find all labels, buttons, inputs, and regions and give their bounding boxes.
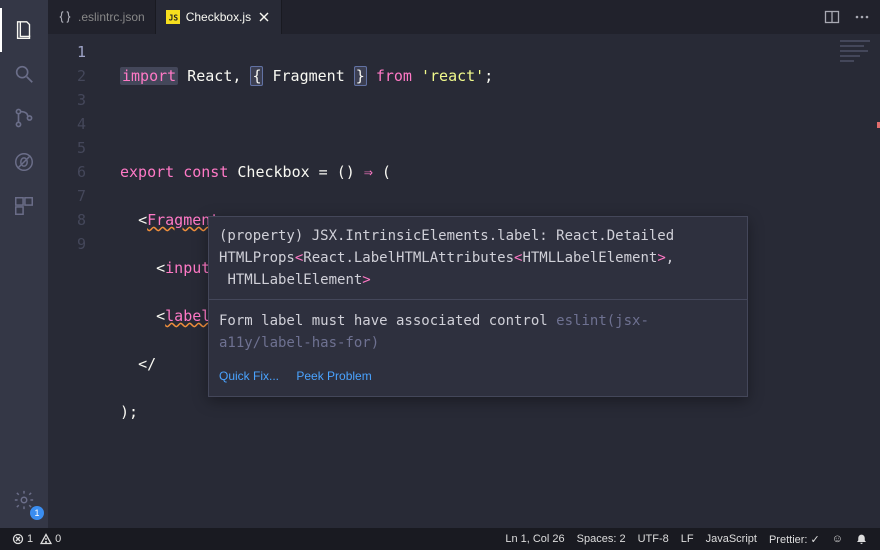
gutter: 1 2 3 4 5 6 7 8 9 <box>48 34 106 256</box>
hover-message: Form label must have associated control … <box>209 300 747 360</box>
tab-checkbox[interactable]: JS Checkbox.js <box>156 0 282 34</box>
line-number: 5 <box>48 136 86 160</box>
status-indent[interactable]: Spaces: 2 <box>571 528 632 550</box>
editor-region: .eslintrc.json JS Checkbox.js <box>48 0 880 528</box>
js-icon: JS <box>166 10 180 24</box>
line-number: 9 <box>48 232 86 256</box>
status-encoding[interactable]: UTF-8 <box>632 528 675 550</box>
status-eol[interactable]: LF <box>675 528 700 550</box>
json-icon <box>58 10 72 24</box>
activity-bar: 1 <box>0 0 48 528</box>
split-editor-button[interactable] <box>824 9 840 25</box>
activity-search[interactable] <box>0 52 48 96</box>
extensions-icon <box>13 195 35 217</box>
close-icon <box>259 12 269 22</box>
line-number: 1 <box>48 40 86 64</box>
hover-tooltip: (property) JSX.IntrinsicElements.label: … <box>208 216 748 397</box>
tab-label: .eslintrc.json <box>78 10 145 24</box>
editor-actions <box>814 0 880 34</box>
line-number: 4 <box>48 112 86 136</box>
svg-text:JS: JS <box>168 14 178 23</box>
ellipsis-icon <box>854 9 870 25</box>
error-icon <box>12 533 24 545</box>
status-feedback[interactable]: ☺ <box>826 528 849 550</box>
line-number: 2 <box>48 64 86 88</box>
hover-actions: Quick Fix... Peek Problem <box>209 360 747 396</box>
source-control-icon <box>13 107 35 129</box>
tab-label: Checkbox.js <box>186 10 251 24</box>
tab-eslintrc[interactable]: .eslintrc.json <box>48 0 156 34</box>
activity-debug[interactable] <box>0 140 48 184</box>
files-icon <box>13 19 35 41</box>
activity-extensions[interactable] <box>0 184 48 228</box>
hover-signature: (property) JSX.IntrinsicElements.label: … <box>209 217 747 299</box>
manage-badge: 1 <box>30 506 44 520</box>
status-prettier[interactable]: Prettier: ✓ <box>763 528 826 550</box>
tab-close-button[interactable] <box>257 10 271 24</box>
line-number: 8 <box>48 208 86 232</box>
line-number: 7 <box>48 184 86 208</box>
activity-explorer[interactable] <box>0 8 48 52</box>
status-language[interactable]: JavaScript <box>700 528 763 550</box>
bell-icon <box>855 533 868 546</box>
error-count: 1 <box>27 533 33 545</box>
activity-manage[interactable]: 1 <box>0 478 48 522</box>
status-problems[interactable]: 1 0 <box>6 528 67 550</box>
split-icon <box>824 9 840 25</box>
line-number: 6 <box>48 160 86 184</box>
warning-icon <box>40 533 52 545</box>
more-actions-button[interactable] <box>854 9 870 25</box>
search-icon <box>13 63 35 85</box>
editor[interactable]: 1 2 3 4 5 6 7 8 9 import React, { Fragme… <box>48 34 880 528</box>
line-number: 3 <box>48 88 86 112</box>
peek-problem-link[interactable]: Peek Problem <box>296 369 371 383</box>
status-bar: 1 0 Ln 1, Col 26 Spaces: 2 UTF-8 LF Java… <box>0 528 880 550</box>
warning-count: 0 <box>55 533 61 545</box>
overview-ruler <box>865 34 880 528</box>
quick-fix-link[interactable]: Quick Fix... <box>219 369 279 383</box>
status-notifications[interactable] <box>849 528 874 550</box>
no-bug-icon <box>13 151 35 173</box>
activity-scm[interactable] <box>0 96 48 140</box>
tab-bar: .eslintrc.json JS Checkbox.js <box>48 0 880 34</box>
status-lncol[interactable]: Ln 1, Col 26 <box>499 528 570 550</box>
